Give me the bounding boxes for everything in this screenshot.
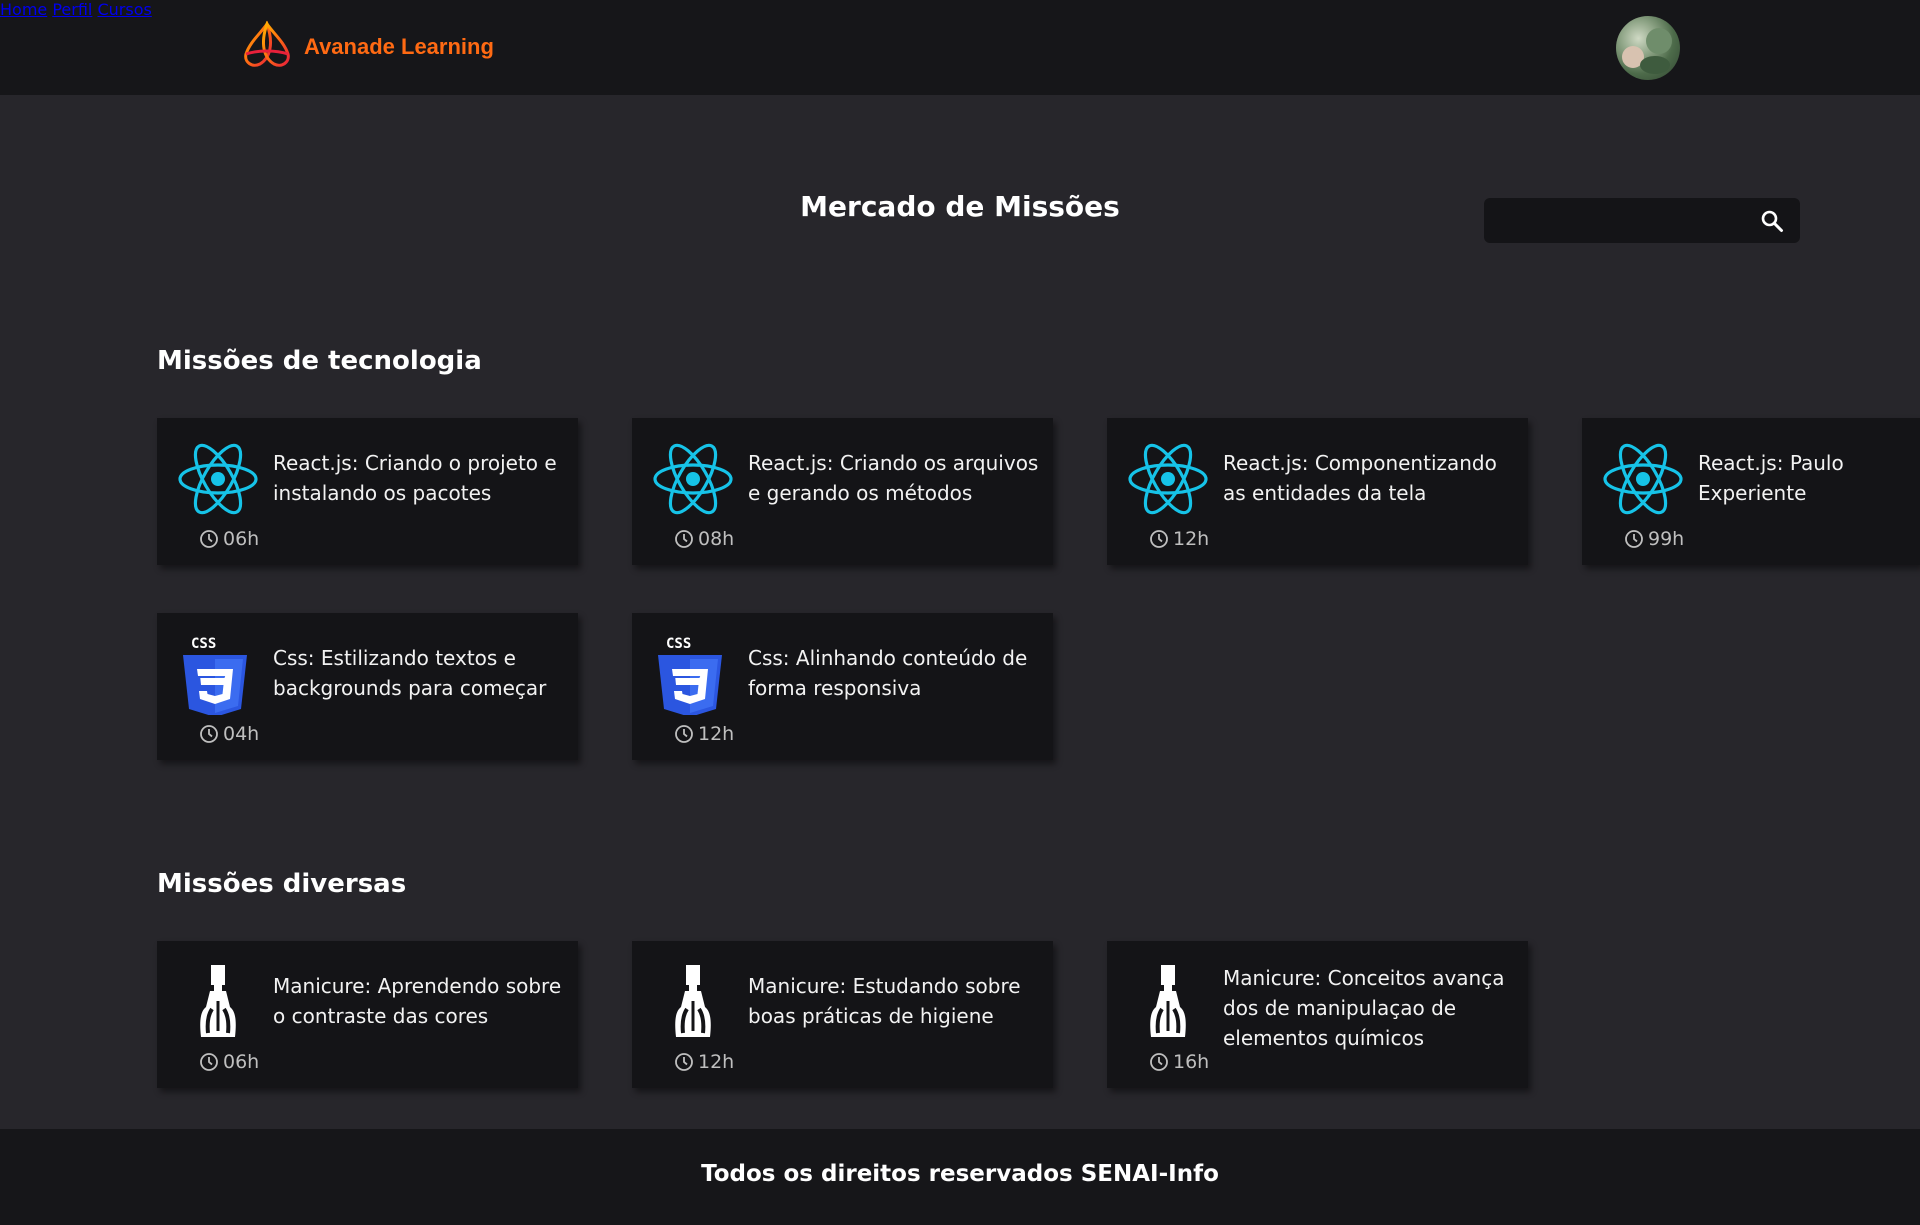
card-duration: 04h <box>199 723 259 745</box>
duration-text: 12h <box>698 1051 735 1073</box>
footer-text: Todos os direitos reservados SENAI-Info <box>701 1161 1219 1187</box>
react-icon <box>653 443 733 515</box>
nav-cursos-link[interactable]: Cursos <box>97 0 151 19</box>
duration-text: 99h <box>1648 528 1685 550</box>
brand-name: Avanade Learning <box>304 34 494 59</box>
clock-icon <box>1625 530 1643 548</box>
card-duration: 12h <box>674 1051 734 1073</box>
svg-text:CSS: CSS <box>666 636 691 652</box>
avanade-logo-icon <box>244 20 290 67</box>
card-title: Manicure: Aprendendo sobre o contraste d… <box>273 974 562 1028</box>
user-avatar[interactable] <box>1616 16 1680 80</box>
svg-text:CSS: CSS <box>191 636 216 652</box>
mission-card[interactable]: Manicure: Aprendendo sobre o contraste d… <box>157 941 578 1088</box>
card-title: React.js: Paulo Experiente <box>1698 451 1844 505</box>
react-icon <box>178 443 258 515</box>
card-title: Css: Estilizando textos e backgrounds pa… <box>273 646 547 700</box>
clock-icon <box>1150 1053 1168 1071</box>
search-box <box>1484 198 1800 243</box>
mission-card[interactable]: React.js: Componentizando as entidades d… <box>1107 418 1528 565</box>
avatar-photo-detail <box>1646 28 1672 54</box>
clock-icon <box>1150 530 1168 548</box>
card-title: React.js: Criando os arquivos e gerando … <box>748 451 1039 505</box>
duration-text: 12h <box>1173 528 1210 550</box>
search-icon[interactable] <box>1760 209 1784 233</box>
card-title: Css: Alinhando conteúdo de forma respons… <box>748 646 1028 700</box>
react-icon <box>1603 443 1683 515</box>
avatar-photo-detail <box>1640 56 1670 74</box>
card-title: React.js: Componentizando as entidades d… <box>1223 451 1497 505</box>
card-duration: 99h <box>1624 528 1684 550</box>
css3-icon: CSS <box>183 636 247 715</box>
duration-text: 12h <box>698 723 735 745</box>
mission-card[interactable]: CSS Css: Alinhando conteúdo de forma res… <box>632 613 1053 760</box>
mission-card[interactable]: CSS Css: Estilizando textos e background… <box>157 613 578 760</box>
mission-card[interactable]: React.js: Criando os arquivos e gerando … <box>632 418 1053 565</box>
nail-polish-icon <box>200 965 236 1037</box>
search-input[interactable] <box>1496 206 1746 236</box>
mission-card[interactable]: Manicure: Conceitos avança dos de manipu… <box>1107 941 1528 1088</box>
section-title-tecnologia: Missões de tecnologia <box>157 346 482 376</box>
card-duration: 06h <box>199 1051 259 1073</box>
card-title: Manicure: Estudando sobre boas práticas … <box>748 974 1021 1028</box>
nail-polish-icon <box>1150 965 1186 1037</box>
top-navbar: Avanade Learning Home Perfil Cursos <box>0 0 1920 95</box>
brand-logo-link[interactable]: Avanade Learning <box>240 18 494 76</box>
mission-card[interactable]: React.js: Criando o projeto e instalando… <box>157 418 578 565</box>
nail-polish-icon <box>675 965 711 1037</box>
card-duration: 12h <box>674 723 734 745</box>
clock-icon <box>200 530 218 548</box>
duration-text: 08h <box>698 528 735 550</box>
duration-text: 04h <box>223 723 260 745</box>
card-duration: 12h <box>1149 528 1209 550</box>
mission-card[interactable]: Manicure: Estudando sobre boas práticas … <box>632 941 1053 1088</box>
card-duration: 08h <box>674 528 734 550</box>
duration-text: 16h <box>1173 1051 1210 1073</box>
card-duration: 16h <box>1149 1051 1209 1073</box>
card-title: Manicure: Conceitos avança dos de manipu… <box>1223 966 1505 1050</box>
card-duration: 06h <box>199 528 259 550</box>
react-icon <box>1128 443 1208 515</box>
duration-text: 06h <box>223 1051 260 1073</box>
css3-icon: CSS <box>658 636 722 715</box>
footer: Todos os direitos reservados SENAI-Info <box>0 1129 1920 1225</box>
card-title: React.js: Criando o projeto e instalando… <box>273 451 557 505</box>
clock-icon <box>200 725 218 743</box>
duration-text: 06h <box>223 528 260 550</box>
clock-icon <box>675 725 693 743</box>
clock-icon <box>675 530 693 548</box>
section-title-diversas: Missões diversas <box>157 869 407 899</box>
mission-card[interactable]: React.js: Paulo Experiente 99h <box>1582 418 1920 565</box>
nav-home-link[interactable]: Home <box>0 0 47 19</box>
clock-icon <box>200 1053 218 1071</box>
clock-icon <box>675 1053 693 1071</box>
nav-perfil-link[interactable]: Perfil <box>52 0 92 19</box>
